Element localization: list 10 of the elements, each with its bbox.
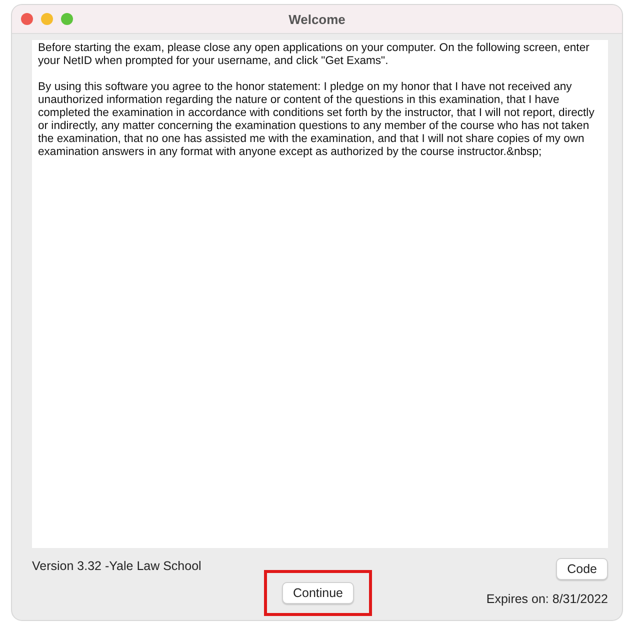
message-paragraph: By using this software you agree to the honor statement: I pledge on my honor that I have not received any unauthorized information regarding the nature or content of the questions in this examination, that I have completed the examination in accordance with conditions set forth by the instructor, that I will not report, directly or indirectly, any matter concerning the examination questions to any member of the course who has not taken the examination, that no one has assisted me with the examination, and that I will not share copies of my own examination answers in any format with anyone except as authorized by the course instructor.&nbsp; xyxy=(38,81,596,159)
expiry-label: Expires on: 8/31/2022 xyxy=(486,592,608,606)
message-paragraph: Before starting the exam, please close any open applications on your computer. On the following screen, enter your NetID when prompted for your username, and click "Get Exams". xyxy=(38,42,590,68)
version-label: Version 3.32 -Yale Law School xyxy=(32,558,202,573)
continue-button[interactable]: Continue xyxy=(282,582,354,604)
zoom-button[interactable] xyxy=(61,13,73,25)
minimize-button[interactable] xyxy=(41,13,53,25)
close-button[interactable] xyxy=(21,13,33,25)
code-button[interactable]: Code xyxy=(556,558,608,580)
window-title: Welcome xyxy=(288,12,346,26)
